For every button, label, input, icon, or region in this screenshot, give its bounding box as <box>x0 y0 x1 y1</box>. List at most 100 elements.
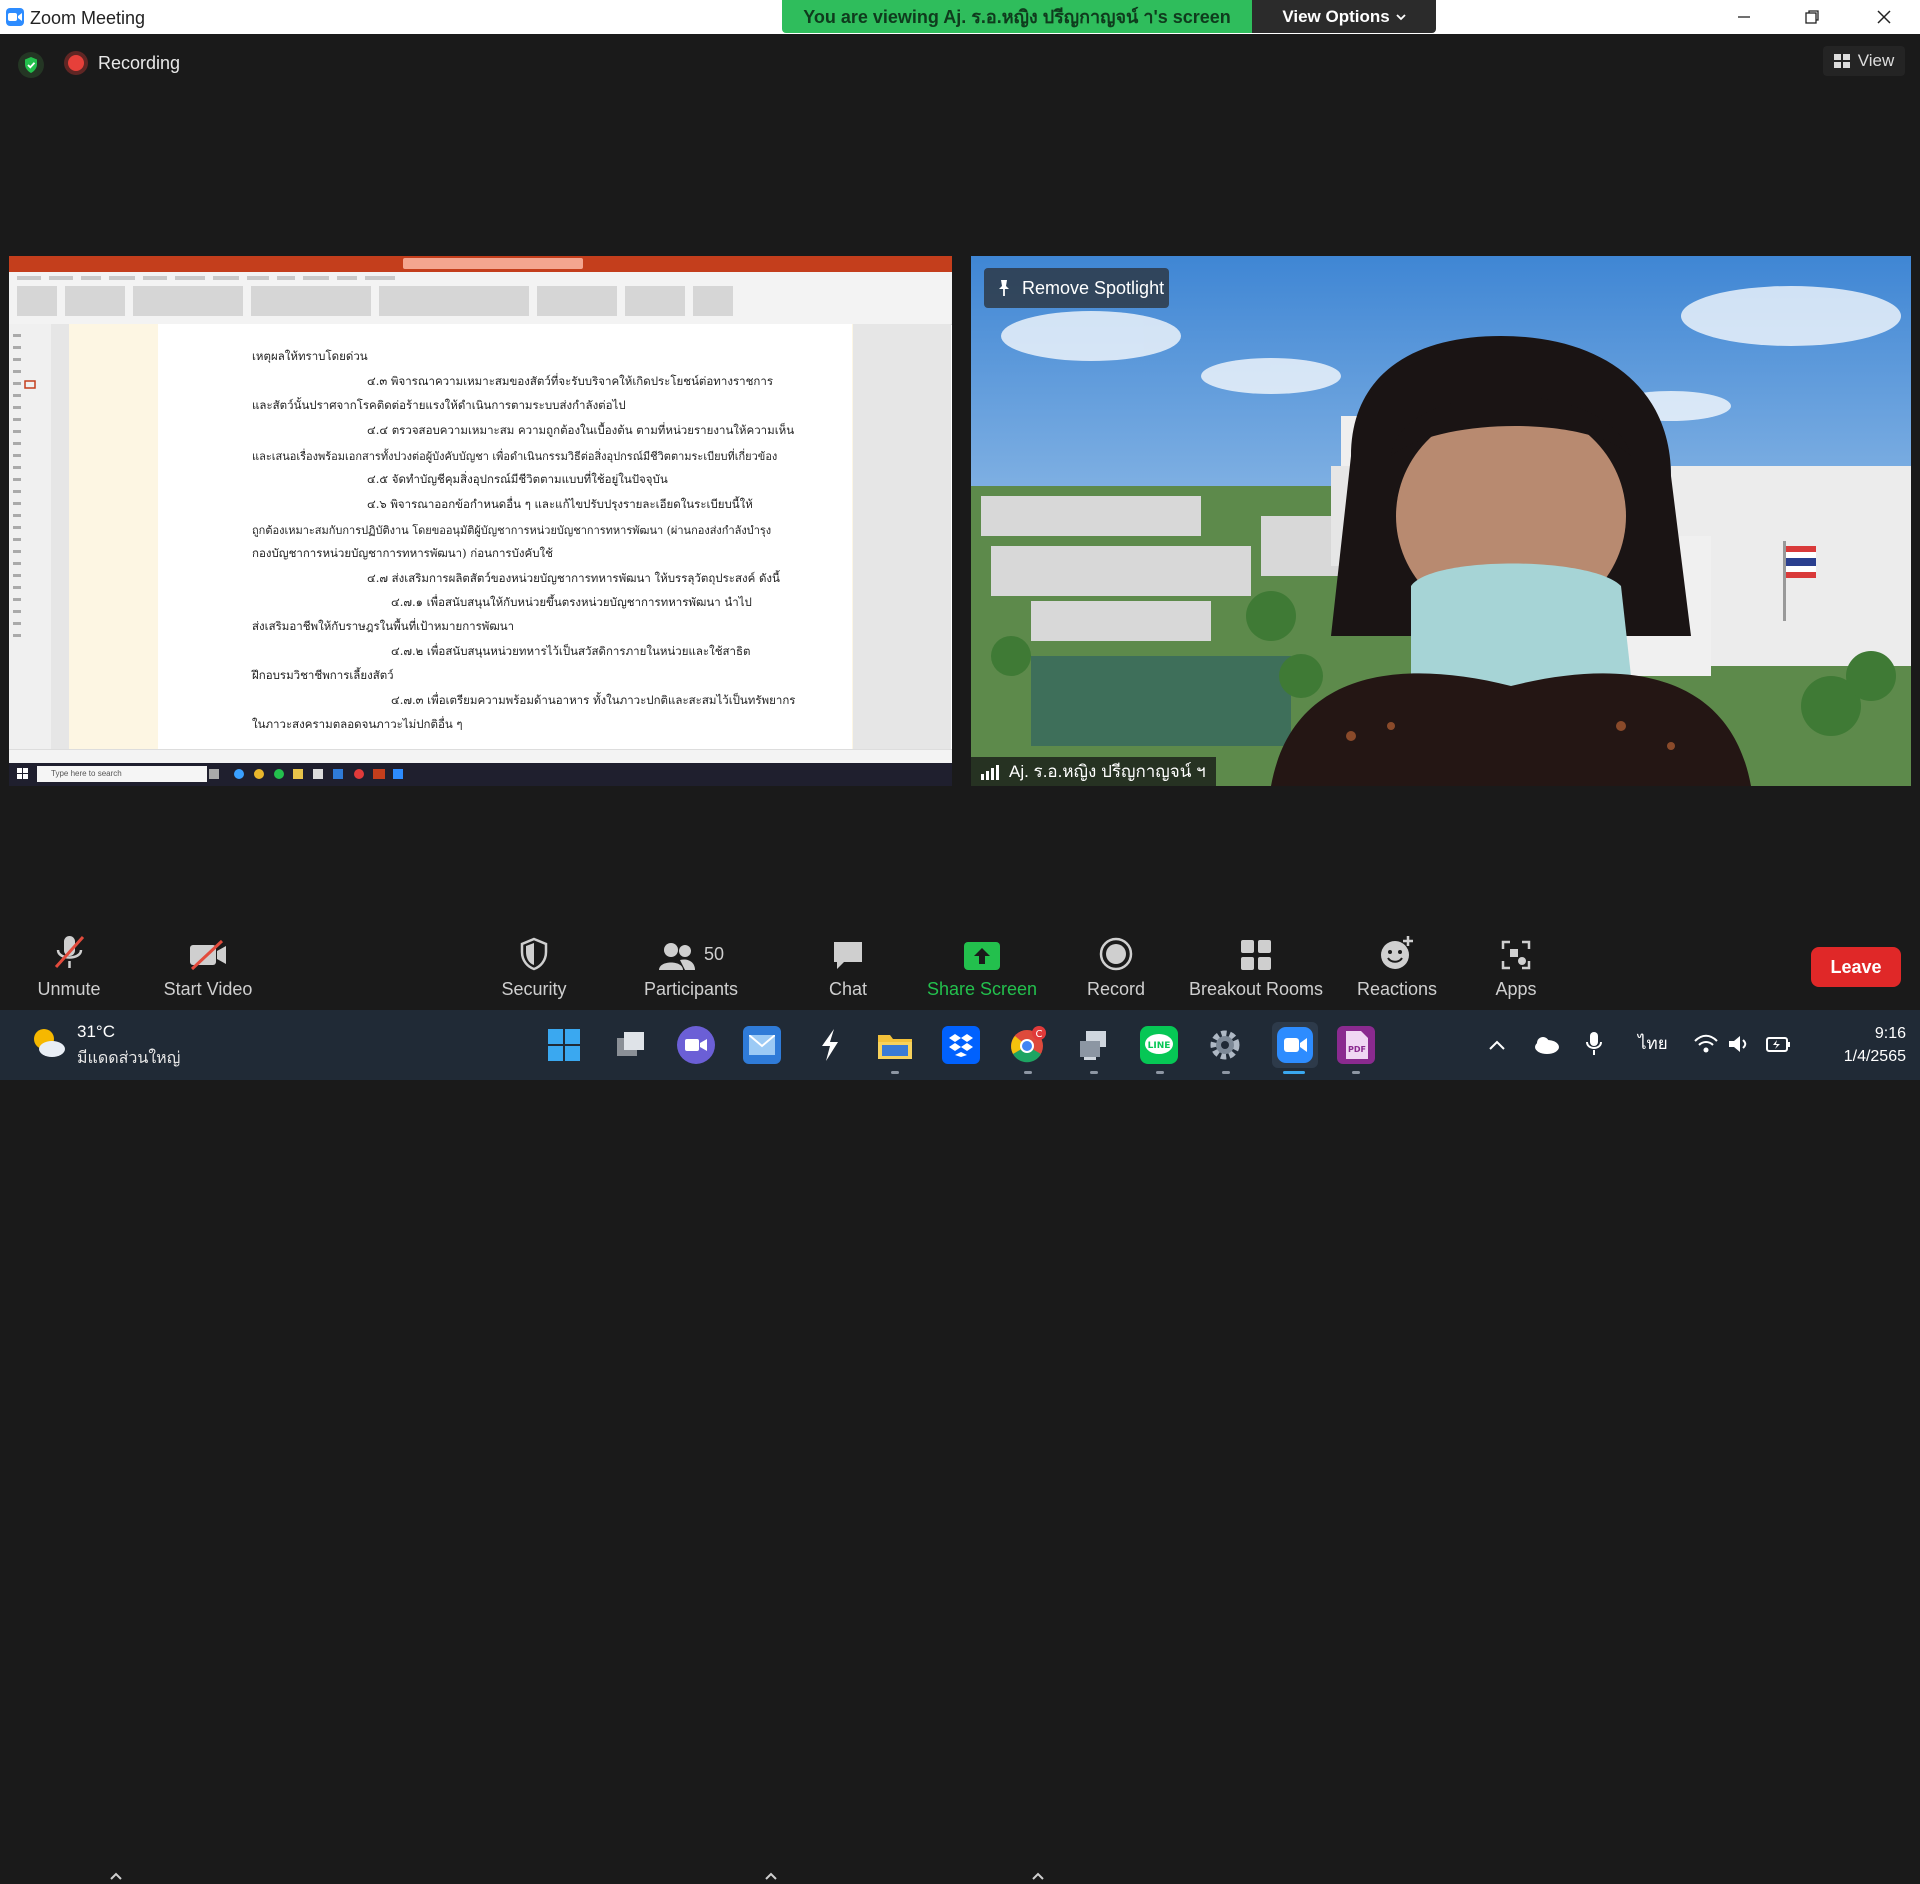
share-screen-button[interactable]: Share Screen <box>922 925 1042 1010</box>
clock-time: 9:16 <box>1874 1025 1906 1042</box>
doc-line: ๔.๓ พิจารณาความเหมาะสมของสัตว์ที่จะรับบร… <box>367 374 773 388</box>
chat-label: Chat <box>828 979 868 999</box>
encryption-shield-icon[interactable] <box>18 52 44 78</box>
view-options-label: View Options <box>1282 6 1390 26</box>
dropbox-button[interactable] <box>942 1026 980 1064</box>
doc-line: ๔.๕ จัดทำบัญชีคุมสิ่งอุปกรณ์มีชีวิตตามแบ… <box>367 472 668 486</box>
doc-line: ๔.๗.๑ เพื่อสนับสนุนให้กับหน่วยขึ้นตรงหน่… <box>391 595 752 609</box>
start-video-label: Start Video <box>163 979 253 999</box>
file-explorer-button[interactable] <box>876 1026 914 1064</box>
record-button[interactable]: Record <box>1076 925 1156 1010</box>
chevron-down-icon <box>1396 13 1406 20</box>
maximize-button[interactable] <box>1784 0 1840 34</box>
view-label: View <box>1857 51 1895 70</box>
reactions-smiley-icon <box>1381 936 1413 969</box>
line-chat-icon: LINE <box>1145 1034 1173 1054</box>
weather-condition[interactable]: มีแดดส่วนใหญ่ <box>77 1046 180 1071</box>
security-label: Security <box>501 979 567 999</box>
shared-app-search <box>403 258 583 269</box>
video-off-icon <box>190 939 226 971</box>
chat-button[interactable]: Chat <box>808 925 888 1010</box>
weather-temperature[interactable]: 31°C <box>77 1022 115 1042</box>
pen-app-button[interactable] <box>811 1026 849 1064</box>
line-label: LINE <box>1148 1041 1171 1051</box>
teams-chat-button[interactable] <box>677 1026 715 1064</box>
leave-meeting-button[interactable]: Leave <box>1811 947 1901 987</box>
tray-microphone-icon[interactable] <box>1585 1031 1603 1057</box>
mail-envelope-icon <box>749 1035 775 1055</box>
doc-line: ๔.๗.๒ เพื่อสนับสนุนหน่วยทหารไว้เป็นสวัสด… <box>391 644 751 658</box>
chrome-browser-button[interactable]: C <box>1008 1026 1046 1064</box>
participant-name-label: Aj. ร.อ.หญิง ปรีญกาญจน์ ฯ <box>971 757 1216 786</box>
participants-options-caret-icon[interactable] <box>764 1870 778 1884</box>
meeting-toolbar: Unmute Start Video Security 50 Participa… <box>0 925 1920 1880</box>
doc-line: และเสนอเรื่องพร้อมเอกสารทั้งปวงต่อผู้บัง… <box>252 450 778 463</box>
doc-line: ๔.๗.๓ เพื่อเตรียมความพร้อมด้านอาหาร ทั้ง… <box>391 693 796 707</box>
folder-icon <box>878 1035 912 1059</box>
security-button[interactable]: Security <box>494 925 574 1010</box>
share-screen-label: Share Screen <box>926 979 1038 999</box>
chat-bubble-icon <box>834 942 862 969</box>
stylus-icon <box>822 1029 838 1061</box>
shared-app-titlebar <box>9 256 952 272</box>
video-chat-icon <box>685 1039 707 1051</box>
show-hidden-icons-icon[interactable] <box>1488 1039 1506 1051</box>
doc-line: ๔.๔ ตรวจสอบความเหมาะสม ความถูกต้องในเบื้… <box>367 423 795 437</box>
unmute-button[interactable]: Unmute <box>28 925 110 1010</box>
start-video-button[interactable]: Start Video <box>158 925 258 1010</box>
doc-line: เหตุผลให้ทราบโดยด่วน <box>252 349 368 363</box>
pdf-app-button[interactable]: PDF <box>1337 1026 1375 1064</box>
remove-spotlight-button[interactable]: Remove Spotlight <box>984 268 1169 308</box>
window-title: Zoom Meeting <box>30 8 146 28</box>
clock-date: 1/4/2565 <box>1843 1048 1906 1065</box>
mail-app-button[interactable] <box>743 1026 781 1064</box>
ribbon-icons <box>17 276 733 316</box>
security-shield-icon <box>520 937 548 971</box>
apps-button[interactable]: Apps <box>1476 925 1556 1010</box>
shared-app-statusbar <box>9 749 952 764</box>
weather-sun-cloud-icon[interactable] <box>28 1023 68 1063</box>
line-app-button[interactable]: LINE <box>1140 1026 1178 1064</box>
battery-charging-icon[interactable] <box>1765 1033 1793 1055</box>
viewing-screen-banner: You are viewing Aj. ร.อ.หญิง ปรีญกาญจน์ … <box>782 0 1252 33</box>
doc-line: กองบัญชาการหน่วยบัญชาการทหารพัฒนา) ก่อนก… <box>252 546 553 560</box>
wifi-icon[interactable] <box>1693 1033 1719 1055</box>
audio-options-caret-icon[interactable] <box>109 1870 123 1884</box>
zoom-taskbar-button[interactable] <box>1272 1022 1318 1068</box>
recording-label: Recording <box>98 53 181 73</box>
participants-button[interactable]: 50 Participants <box>640 925 742 1010</box>
doc-line: ฝึกอบรมวิชาชีพการเลี้ยงสัตว์ <box>252 668 394 682</box>
shared-taskbar-apps <box>209 769 403 779</box>
shared-windows-taskbar: Type here to search <box>9 763 952 786</box>
settings-app-button[interactable] <box>1206 1026 1244 1064</box>
input-language-indicator[interactable]: ไทย <box>1638 1030 1668 1057</box>
view-options-button[interactable]: View Options <box>1252 0 1436 33</box>
gear-icon <box>1210 1030 1240 1060</box>
close-window-button[interactable] <box>1856 0 1912 34</box>
reactions-button[interactable]: Reactions <box>1348 925 1446 1010</box>
volume-speaker-icon[interactable] <box>1727 1033 1751 1055</box>
doc-line: ถูกต้องเหมาะสมกับการปฏิบัติงาน โดยขออนุม… <box>252 524 772 537</box>
share-screen-icon <box>964 942 1000 970</box>
participants-icon <box>658 943 695 970</box>
apps-icon <box>1501 940 1531 970</box>
task-view-button[interactable] <box>612 1026 650 1064</box>
share-options-caret-icon[interactable] <box>1031 1870 1045 1884</box>
participants-label: Participants <box>643 979 739 999</box>
muted-microphone-icon <box>54 935 85 969</box>
view-layout-button[interactable]: View <box>1823 46 1905 76</box>
participants-count: 50 <box>703 944 725 964</box>
pdf-label: PDF <box>1348 1045 1366 1054</box>
remote-desktop-button[interactable] <box>1074 1026 1112 1064</box>
shared-screen: เหตุผลให้ทราบโดยด่วน ๔.๓ พิจารณาความเหมา… <box>9 256 952 786</box>
pdf-document-icon: PDF <box>1346 1031 1368 1059</box>
onedrive-cloud-icon[interactable] <box>1532 1036 1560 1054</box>
apps-label: Apps <box>1495 979 1537 999</box>
doc-line: ๔.๗ ส่งเสริมการผลิตสัตว์ของหน่วยบัญชาการ… <box>367 571 780 585</box>
breakout-rooms-button[interactable]: Breakout Rooms <box>1180 925 1332 1010</box>
start-menu-button[interactable] <box>545 1026 583 1064</box>
taskbar-clock[interactable]: 9:16 1/4/2565 <box>1816 1022 1906 1068</box>
close-icon <box>1877 10 1891 24</box>
breakout-rooms-icon <box>1241 940 1271 970</box>
minimize-button[interactable] <box>1716 0 1772 34</box>
